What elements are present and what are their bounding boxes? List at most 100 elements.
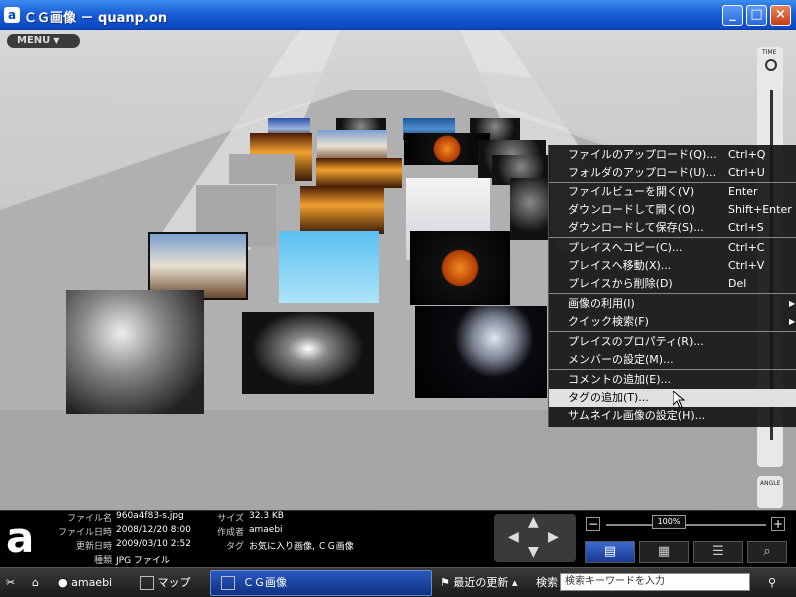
menu-button[interactable]: MENU ▼ bbox=[7, 34, 80, 48]
home-button[interactable]: ⌂ bbox=[32, 572, 39, 594]
map-grid-icon bbox=[140, 576, 154, 590]
menu-item-move-to-place[interactable]: プレイスへ移動(X)... Ctrl+V bbox=[549, 257, 796, 275]
menu-separator bbox=[549, 369, 796, 370]
tools-button[interactable]: ✂ bbox=[6, 572, 15, 594]
view-3d-button[interactable]: ▤ bbox=[585, 541, 635, 563]
tools-icon: ✂ bbox=[6, 576, 16, 589]
grid-view-icon: ▦ bbox=[657, 544, 671, 559]
tag-value: お気に入り画像, ＣＧ画像 bbox=[249, 542, 354, 552]
navigation-pad[interactable]: ▲ ▼ ◀ ▶ bbox=[494, 514, 576, 562]
created-value: 2008/12/20 8:00 bbox=[116, 525, 191, 535]
tab-cg-images[interactable]: ＣＧ画像 bbox=[210, 570, 432, 596]
view-grid-button[interactable]: ▦ bbox=[639, 541, 689, 563]
user-name: amaebi bbox=[71, 576, 113, 589]
file-info-panel: a ファイル名 960a4f83-s.jpg ファイル日時 2008/12/20… bbox=[0, 510, 796, 567]
size-label: サイズ bbox=[217, 514, 244, 524]
arrow-left-icon[interactable]: ◀ bbox=[508, 529, 519, 545]
menu-item-place-properties[interactable]: プレイスのプロパティ(R)... bbox=[549, 333, 796, 351]
time-label: TIME bbox=[762, 49, 777, 56]
image-thumbnail[interactable] bbox=[66, 290, 204, 414]
size-value: 32.3 KB bbox=[249, 511, 284, 521]
map-label: マップ bbox=[157, 576, 191, 589]
image-reflection bbox=[415, 448, 545, 508]
mouse-cursor-icon bbox=[673, 391, 685, 409]
filename-value: 960a4f83-s.jpg bbox=[116, 511, 184, 521]
zoom-value[interactable]: 100% bbox=[652, 515, 686, 529]
image-reflection bbox=[247, 450, 375, 508]
flag-icon: ⚑ bbox=[440, 576, 450, 589]
image-thumbnail[interactable] bbox=[300, 186, 384, 234]
user-icon: ● bbox=[58, 576, 68, 589]
list-view-icon: ☰ bbox=[712, 544, 724, 559]
user-button[interactable]: ● amaebi bbox=[58, 572, 112, 594]
type-value: JPG ファイル bbox=[116, 556, 170, 566]
zoom-slider-track[interactable] bbox=[606, 524, 766, 526]
minimize-button[interactable]: _ bbox=[722, 5, 743, 26]
app-logo-icon: a bbox=[4, 7, 20, 23]
created-label: ファイル日時 bbox=[57, 528, 112, 538]
home-icon: ⌂ bbox=[32, 576, 39, 589]
submenu-arrow-icon: ▶ bbox=[789, 299, 796, 308]
close-button[interactable]: × bbox=[770, 5, 791, 26]
image-reflection bbox=[582, 448, 710, 508]
image-thumbnail[interactable] bbox=[415, 306, 547, 398]
maximize-button[interactable]: □ bbox=[746, 5, 767, 26]
angle-label: ANGLE bbox=[760, 480, 781, 487]
chevron-up-icon: ▴ bbox=[512, 576, 518, 589]
tab-icon bbox=[221, 572, 235, 594]
updated-value: 2009/03/10 2:52 bbox=[116, 539, 191, 549]
image-thumbnail[interactable] bbox=[510, 178, 550, 240]
menu-item-delete-from-place[interactable]: プレイスから削除(D) Del bbox=[549, 275, 796, 293]
type-label: 種類 bbox=[93, 556, 112, 566]
menu-item-member-settings[interactable]: メンバーの設定(M)... bbox=[549, 351, 796, 369]
window-title: ＣＧ画像 － quanp.on bbox=[24, 11, 168, 26]
image-reflection bbox=[76, 432, 206, 508]
menu-item-download-open[interactable]: ダウンロードして開く(O) Shift+Enter bbox=[549, 201, 796, 219]
stack-view-icon: ▤ bbox=[603, 544, 617, 559]
menu-item-upload-file[interactable]: ファイルのアップロード(Q)... Ctrl+Q bbox=[549, 146, 796, 164]
recent-updates-button[interactable]: ⚑ 最近の更新 bbox=[440, 572, 508, 594]
title-bar: a ＣＧ画像 － quanp.on _ □ × bbox=[0, 0, 796, 30]
app-logo-icon: a bbox=[6, 513, 35, 562]
author-value: amaebi bbox=[249, 525, 283, 535]
chevron-down-icon: ▼ bbox=[53, 36, 60, 45]
search-icon: ⚲ bbox=[768, 576, 777, 589]
zoom-in-button[interactable]: + bbox=[771, 517, 785, 531]
image-thumbnail[interactable] bbox=[242, 312, 374, 394]
menu-separator bbox=[549, 293, 796, 294]
search-button[interactable]: ⚲ bbox=[768, 572, 776, 594]
search-label: 検索 bbox=[536, 576, 558, 589]
search-list-icon: ⌕ bbox=[763, 544, 771, 559]
view-search-button[interactable]: ⌕ bbox=[747, 541, 787, 563]
menu-item-quick-search[interactable]: クイック検索(F) ▶ bbox=[549, 313, 796, 331]
menu-separator bbox=[549, 237, 796, 238]
menu-item-thumbnail-settings[interactable]: サムネイル画像の設定(H)... bbox=[549, 407, 796, 425]
image-thumbnail[interactable] bbox=[316, 158, 402, 188]
submenu-arrow-icon: ▶ bbox=[789, 317, 796, 326]
image-thumbnail[interactable] bbox=[229, 154, 295, 184]
tag-label: タグ bbox=[225, 542, 244, 552]
map-button[interactable]: マップ bbox=[140, 572, 191, 594]
menu-item-copy-to-place[interactable]: プレイスへコピー(C)... Ctrl+C bbox=[549, 239, 796, 257]
arrow-up-icon[interactable]: ▲ bbox=[528, 514, 539, 530]
menu-item-open-file-view[interactable]: ファイルビューを開く(V) Enter bbox=[549, 183, 796, 201]
context-menu: ファイルのアップロード(Q)... Ctrl+Q フォルダのアップロード(U)..… bbox=[548, 145, 796, 427]
arrow-down-icon[interactable]: ▼ bbox=[528, 544, 539, 560]
author-label: 作成者 bbox=[216, 528, 244, 538]
refresh-icon[interactable] bbox=[765, 59, 777, 71]
menu-item-download-save[interactable]: ダウンロードして保存(S)... Ctrl+S bbox=[549, 219, 796, 237]
bottom-toolbar: ✂ ⌂ ● amaebi マップ ＣＧ画像 ⚑ 最近の更新 ▴ 検索 検索キーワ… bbox=[0, 567, 796, 597]
image-thumbnail[interactable] bbox=[410, 231, 510, 305]
zoom-out-button[interactable]: − bbox=[586, 517, 600, 531]
search-input[interactable]: 検索キーワードを入力 bbox=[560, 573, 750, 591]
updated-label: 更新日時 bbox=[75, 542, 112, 552]
tab-label: ＣＧ画像 bbox=[243, 576, 287, 589]
menu-separator bbox=[549, 331, 796, 332]
recent-expand-button[interactable]: ▴ bbox=[512, 572, 518, 594]
menu-item-add-comment[interactable]: コメントの追加(E)... bbox=[549, 371, 796, 389]
menu-item-upload-folder[interactable]: フォルダのアップロード(U)... Ctrl+U bbox=[549, 164, 796, 182]
menu-item-use-image[interactable]: 画像の利用(I) ▶ bbox=[549, 295, 796, 313]
image-thumbnail[interactable] bbox=[279, 231, 379, 303]
arrow-right-icon[interactable]: ▶ bbox=[548, 529, 559, 545]
view-list-button[interactable]: ☰ bbox=[693, 541, 743, 563]
